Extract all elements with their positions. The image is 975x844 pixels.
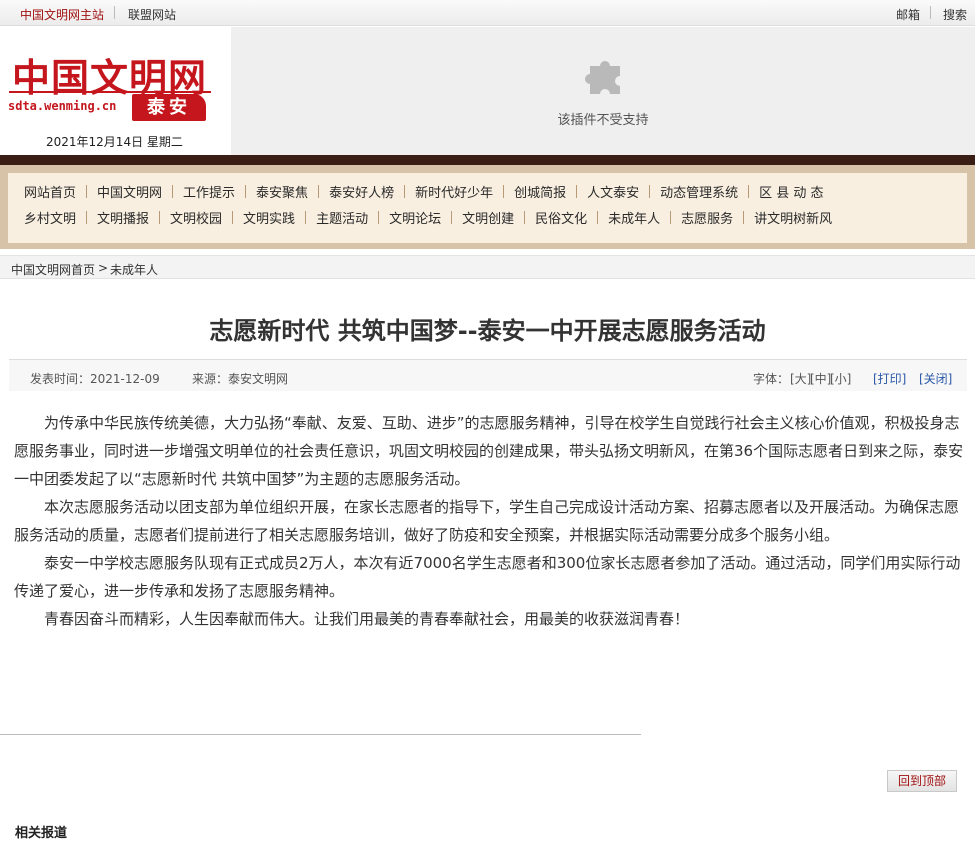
nav-item-humanities[interactable]: 人文泰安 (587, 182, 639, 201)
back-to-top-button[interactable]: 回到顶部 (887, 770, 957, 792)
nav-item-wenming[interactable]: 中国文明网 (97, 182, 162, 201)
nav-row-secondary: 乡村文明 文明播报 文明校园 文明实践 主题活动 文明论坛 文明创建 民俗文化 … (24, 207, 832, 227)
article-title: 志愿新时代 共筑中国梦--泰安一中开展志愿服务活动 (209, 317, 766, 345)
nav-divider (232, 210, 234, 224)
nav-item-themes[interactable]: 主题活动 (316, 208, 368, 227)
mail-link[interactable]: 邮箱 (896, 6, 920, 23)
nav-divider (743, 210, 745, 224)
nav-divider (159, 210, 161, 224)
nav-item-volunteer[interactable]: 志愿服务 (681, 208, 733, 227)
logo-rule (9, 91, 211, 93)
print-button[interactable]: [打印] (873, 370, 906, 387)
logo-url: sdta.wenming.cn (8, 99, 117, 113)
plugin-message: 该插件不受支持 (557, 113, 649, 128)
nav-divider (305, 210, 307, 224)
font-small-button[interactable]: [小] (830, 370, 851, 387)
nav-item-creation[interactable]: 文明创建 (462, 208, 514, 227)
nav-divider (670, 210, 672, 224)
nav-item-rural[interactable]: 乡村文明 (24, 208, 76, 227)
nav-divider (524, 210, 526, 224)
nav-item-work-tips[interactable]: 工作提示 (183, 182, 235, 201)
publish-time: 发表时间：2021-12-09 (30, 372, 160, 386)
nav-divider (576, 184, 578, 198)
content-divider (0, 734, 641, 735)
union-sites-link[interactable]: 联盟网站 (128, 6, 176, 23)
nav-divider (451, 210, 453, 224)
font-large-button[interactable]: [大] (790, 370, 811, 387)
nav-item-new-customs[interactable]: 讲文明树新风 (754, 208, 832, 227)
nav-divider (86, 184, 88, 198)
plugin-placeholder: 该插件不受支持 (231, 27, 975, 155)
article-paragraph: 泰安一中学校志愿服务队现有正式成员2万人，本次有近7000名学生志愿者和300位… (14, 554, 961, 600)
breadcrumb-home[interactable]: 中国文明网首页 (11, 261, 95, 278)
article-source: 来源：泰安文明网 (192, 372, 289, 386)
nav-divider (172, 184, 174, 198)
puzzle-icon (585, 61, 620, 94)
nav-item-forum[interactable]: 文明论坛 (389, 208, 441, 227)
article-meta-bar: 发表时间：2021-12-09 来源：泰安文明网 字体： [大] [中] [小]… (9, 359, 967, 391)
breadcrumb-separator: > (98, 261, 109, 275)
nav-item-briefing[interactable]: 创城简报 (514, 182, 566, 201)
nav-item-minors[interactable]: 未成年人 (608, 208, 660, 227)
nav-item-taian-focus[interactable]: 泰安聚焦 (256, 182, 308, 201)
top-bar: 中国文明网主站 联盟网站 邮箱 搜索 (0, 0, 975, 26)
breadcrumb-current[interactable]: 未成年人 (110, 261, 158, 278)
header-divider-band (0, 155, 975, 165)
top-bar-divider (114, 6, 115, 19)
article-paragraph: 本次志愿服务活动以团支部为单位组织开展，在家长志愿者的指导下，学生自己完成设计活… (14, 498, 960, 544)
search-link[interactable]: 搜索 (943, 6, 967, 23)
nav-item-good-youth[interactable]: 新时代好少年 (415, 182, 493, 201)
close-button[interactable]: [关闭] (919, 370, 952, 387)
nav-divider (748, 184, 750, 198)
nav-row-primary: 网站首页 中国文明网 工作提示 泰安聚焦 泰安好人榜 新时代好少年 创城简报 人… (24, 181, 824, 201)
nav-divider (597, 210, 599, 224)
nav-item-folk-culture[interactable]: 民俗文化 (535, 208, 587, 227)
nav-divider (404, 184, 406, 198)
font-medium-button[interactable]: [中] (810, 370, 831, 387)
nav-divider (86, 210, 88, 224)
nav-divider (245, 184, 247, 198)
nav-item-home[interactable]: 网站首页 (24, 182, 76, 201)
nav-item-broadcast[interactable]: 文明播报 (97, 208, 149, 227)
nav-divider (318, 184, 320, 198)
nav-item-good-people[interactable]: 泰安好人榜 (329, 182, 394, 201)
nav-item-campus[interactable]: 文明校园 (170, 208, 222, 227)
related-reports-heading: 相关报道 (15, 826, 68, 841)
site-logo[interactable]: 中国文明网 sdta.wenming.cn 泰安 2021年12月14日 星期二 (0, 27, 231, 155)
article-body: 为传承中华民族传统美德，大力弘扬“奉献、友爱、互助、进步”的志愿服务精神，引导在… (14, 409, 964, 633)
nav-item-practice[interactable]: 文明实践 (243, 208, 295, 227)
nav-item-management[interactable]: 动态管理系统 (660, 182, 738, 201)
logo-city-badge: 泰安 (132, 94, 206, 121)
nav-item-county-news[interactable]: 区 县 动 态 (759, 182, 823, 201)
top-bar-divider (930, 6, 931, 19)
font-size-label: 字体： (753, 372, 790, 386)
current-date: 2021年12月14日 星期二 (46, 135, 183, 149)
article-paragraph: 为传承中华民族传统美德，大力弘扬“奉献、友爱、互助、进步”的志愿服务精神，引导在… (14, 414, 964, 488)
nav-divider (649, 184, 651, 198)
breadcrumb: 中国文明网首页 > 未成年人 (0, 255, 975, 279)
main-site-link[interactable]: 中国文明网主站 (20, 6, 104, 23)
nav-divider (503, 184, 505, 198)
article-paragraph: 青春因奋斗而精彩，人生因奉献而伟大。让我们用最美的青春奉献社会，用最美的收获滋润… (44, 610, 690, 628)
nav-divider (378, 210, 380, 224)
